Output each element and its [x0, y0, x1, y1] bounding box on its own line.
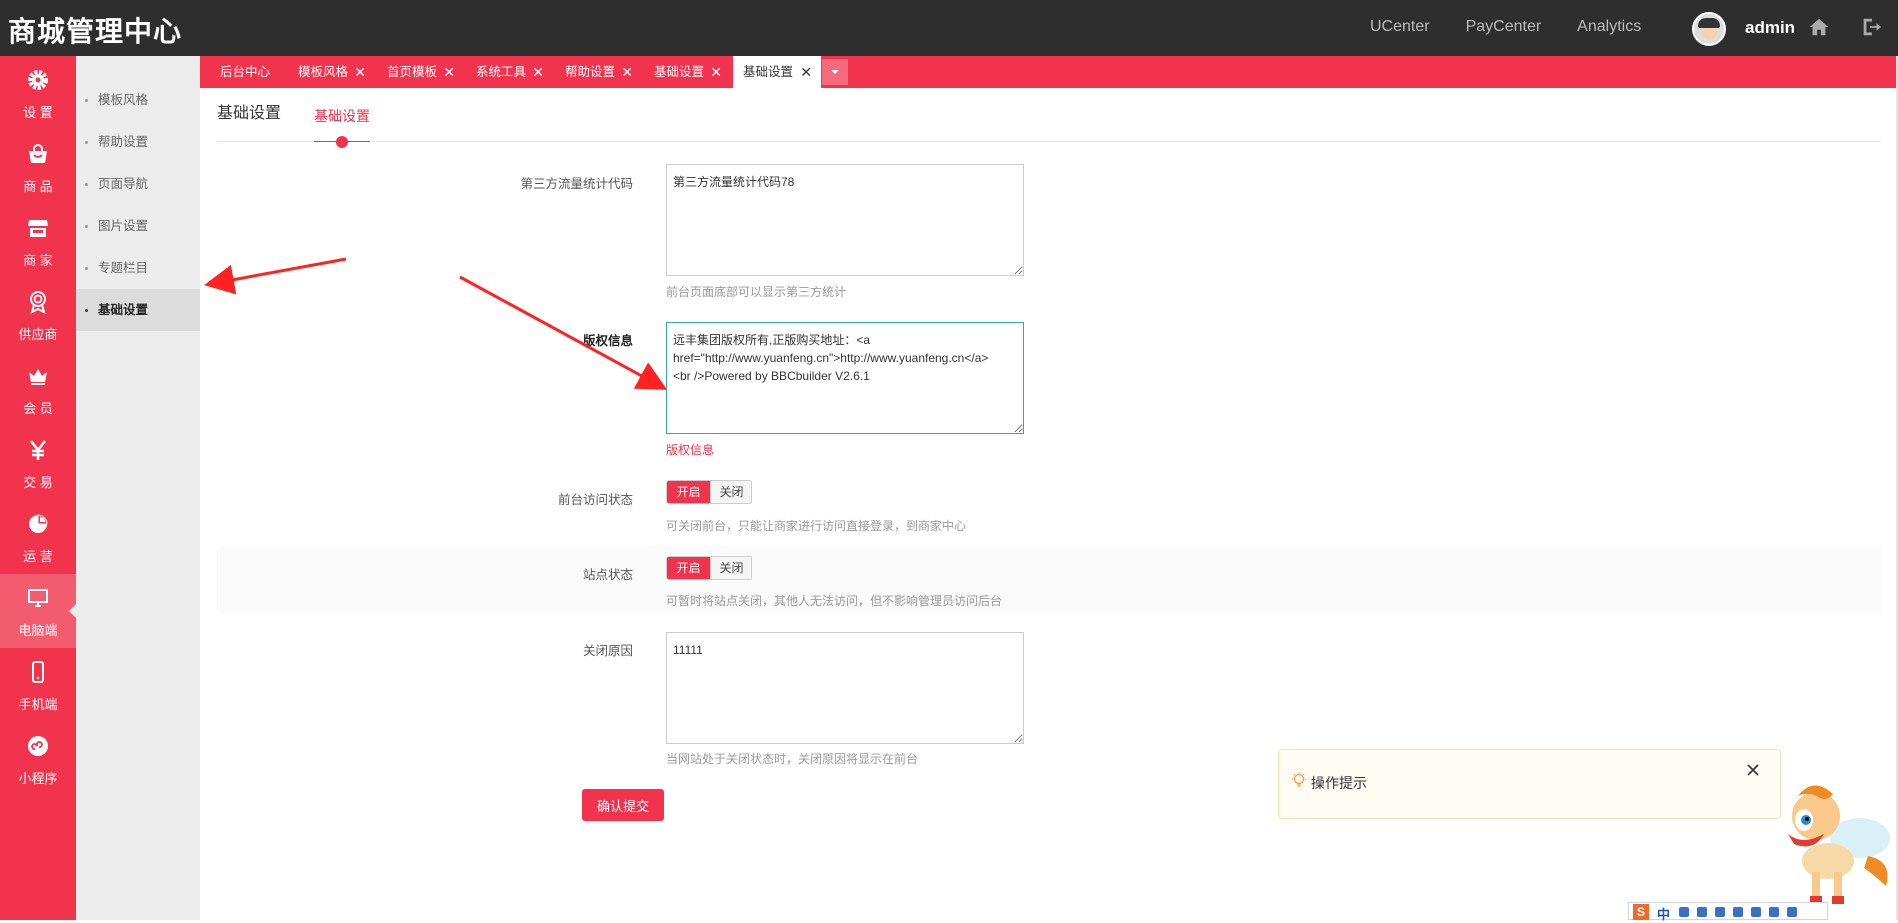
arrow-to-basic-settings [204, 257, 347, 295]
annotation-arrows [204, 257, 668, 390]
arrow-to-copyright-field [459, 275, 668, 390]
